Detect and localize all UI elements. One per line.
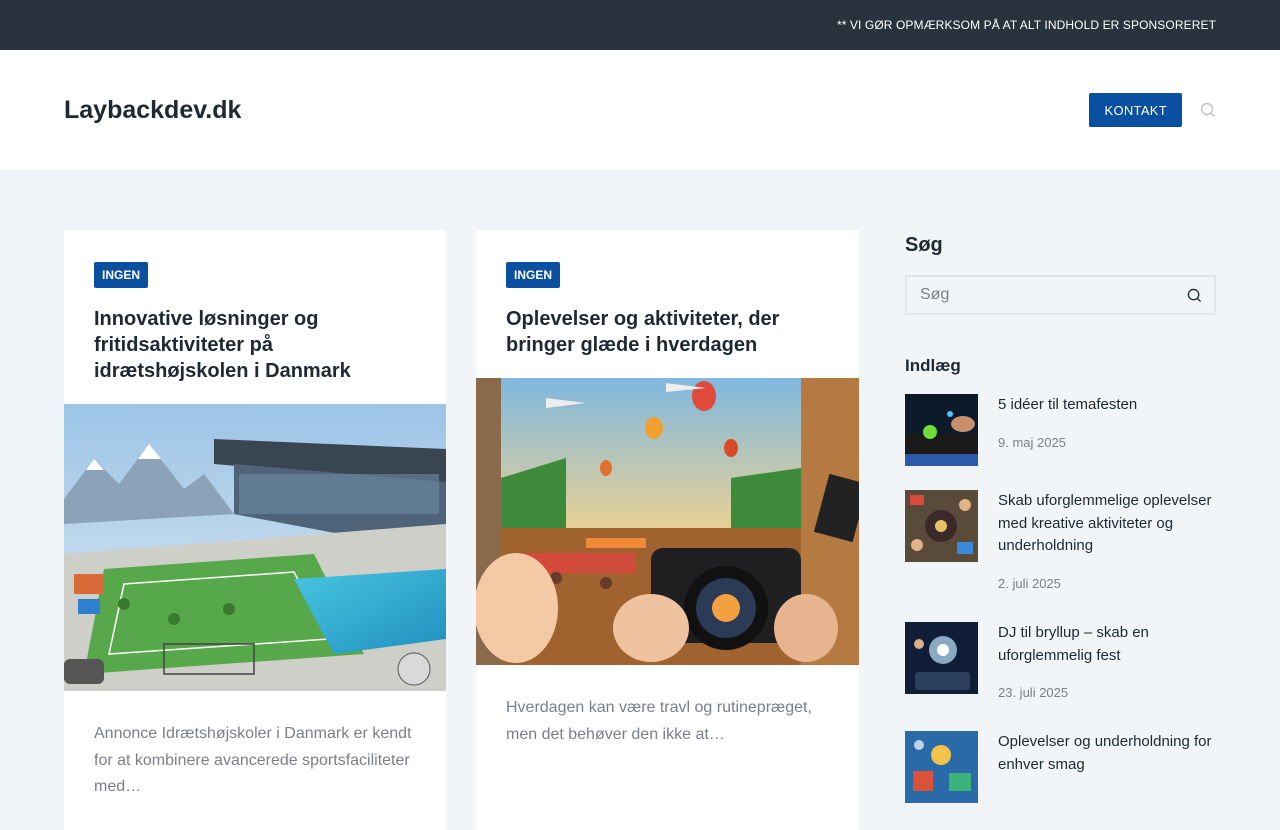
- post-image[interactable]: [476, 378, 859, 665]
- recent-post-date: 2. juli 2025: [998, 575, 1061, 591]
- category-badge[interactable]: INGEN: [506, 262, 561, 288]
- recent-post-title[interactable]: Oplevelser og underholdning for enhver s…: [998, 731, 1216, 776]
- search-widget-title: Søg: [905, 234, 943, 256]
- recent-post-title[interactable]: Skab uforglemmelige oplevelser med kreat…: [998, 490, 1216, 558]
- site-header: Laybackdev.dk KONTAKT: [0, 50, 1280, 170]
- recent-post-date: 23. juli 2025: [998, 685, 1069, 700]
- contact-button[interactable]: KONTAKT: [1089, 93, 1182, 127]
- post-image[interactable]: [64, 404, 446, 691]
- post-thumbnail[interactable]: [905, 622, 978, 694]
- search-icon[interactable]: [1200, 102, 1216, 118]
- sidebar-search-input[interactable]: Søg: [905, 275, 1216, 315]
- recent-post-title[interactable]: DJ til bryllup – skab en uforglemmelig f…: [998, 622, 1216, 667]
- sidebar: Søg Søg Indlæg 5 idéer til temafesten 9.…: [905, 230, 1216, 803]
- category-badge[interactable]: INGEN: [94, 262, 149, 288]
- post-thumbnail[interactable]: [905, 731, 978, 803]
- recent-post-item[interactable]: DJ til bryllup – skab en uforglemmelig f…: [905, 622, 1216, 700]
- post-thumbnail[interactable]: [905, 490, 978, 562]
- post-excerpt: Annonce Idrætshøjskoler i Danmark er ken…: [94, 725, 412, 795]
- search-placeholder: Søg: [920, 286, 950, 303]
- header-actions: KONTAKT: [1089, 93, 1216, 127]
- post-title[interactable]: Oplevelser og aktiviteter, der bringer g…: [506, 306, 829, 358]
- recent-posts-title: Indlæg: [905, 356, 961, 375]
- recent-post-item[interactable]: Oplevelser og underholdning for enhver s…: [905, 731, 1216, 803]
- recent-post-date: 9. maj 2025: [998, 434, 1066, 450]
- search-icon[interactable]: [1187, 288, 1202, 303]
- sponsor-notice: ** VI GØR OPMÆRKSOM PÅ AT ALT INDHOLD ER…: [836, 18, 1216, 32]
- post-thumbnail[interactable]: [905, 394, 978, 466]
- post-title[interactable]: Innovative løsninger og fritidsaktivitet…: [94, 306, 416, 384]
- main-content: INGEN Innovative løsninger og fritidsakt…: [0, 170, 1280, 830]
- recent-post-item[interactable]: 5 idéer til temafesten 9. maj 2025: [905, 394, 1216, 466]
- recent-post-item[interactable]: Skab uforglemmelige oplevelser med kreat…: [905, 490, 1216, 591]
- post-excerpt: Hverdagen kan være travl og rutinepræget…: [506, 699, 812, 743]
- recent-post-title[interactable]: 5 idéer til temafesten: [998, 394, 1216, 417]
- post-card: INGEN Innovative løsninger og fritidsakt…: [64, 230, 446, 830]
- post-card: INGEN Oplevelser og aktiviteter, der bri…: [476, 230, 859, 830]
- top-notice-bar: ** VI GØR OPMÆRKSOM PÅ AT ALT INDHOLD ER…: [0, 0, 1280, 50]
- site-logo[interactable]: Laybackdev.dk: [64, 96, 241, 125]
